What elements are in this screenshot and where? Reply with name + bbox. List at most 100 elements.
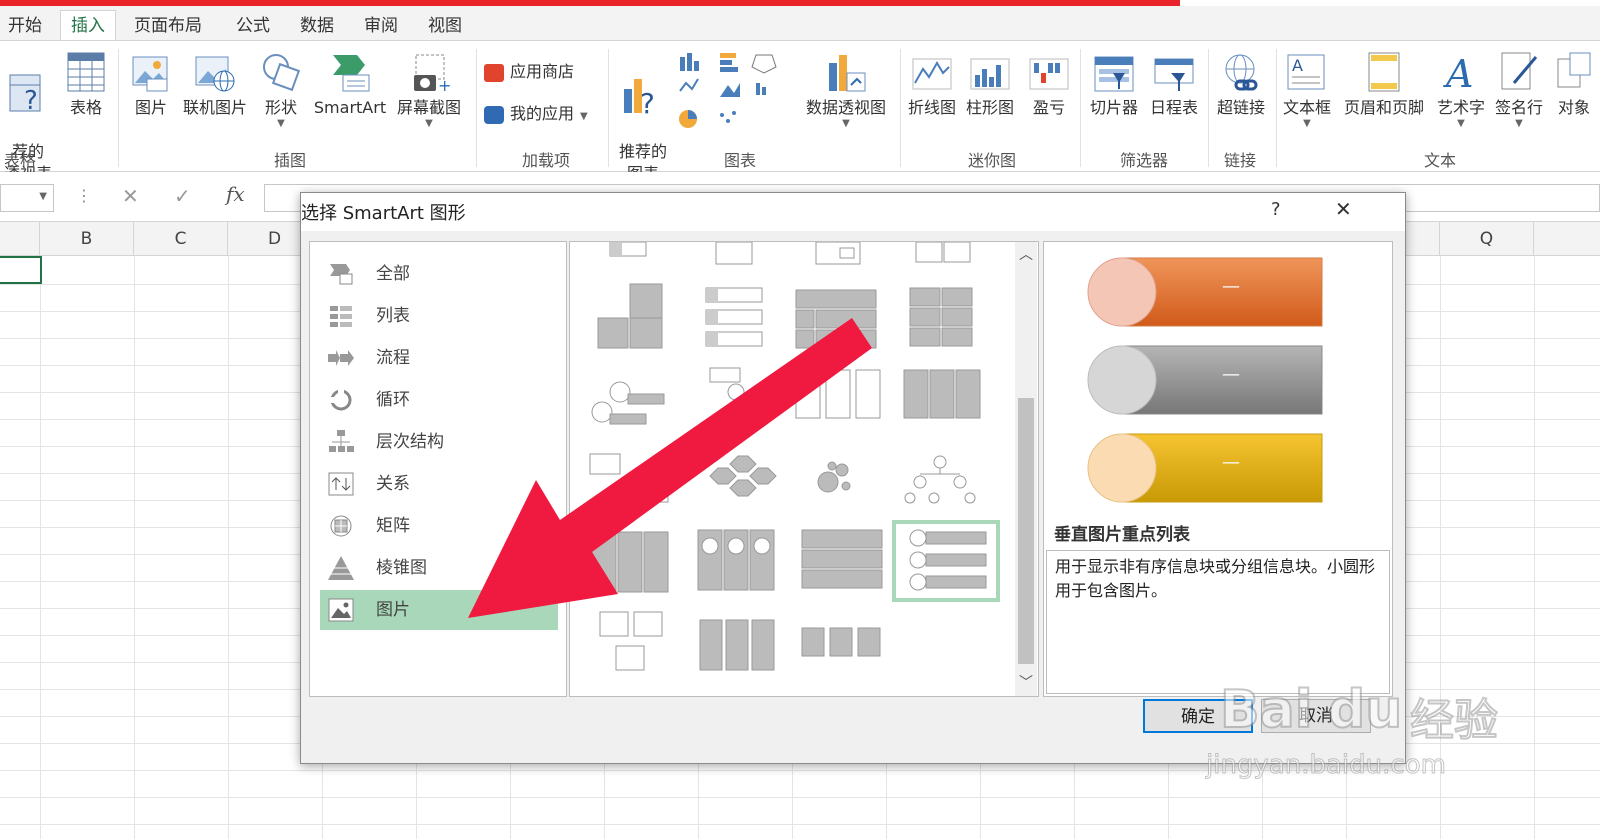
layout-thumb[interactable] [715,241,753,265]
layout-thumb-selected[interactable] [892,520,1000,602]
chart-types-icon[interactable] [676,49,796,139]
screenshot-button[interactable]: + 屏幕截图 ▼ [392,49,466,129]
online-picture-button[interactable]: 联机图片 [176,49,254,119]
tab-home[interactable]: 开始 [8,12,42,40]
ribbon-separator [608,49,609,167]
grip-icon: ⋮ [76,186,92,205]
category-all[interactable]: 全部 [320,254,558,294]
recommended-charts-icon: ? [624,79,655,117]
preview-description: 用于显示非有序信息块或分组信息块。小圆形用于包含图片。 [1046,550,1390,694]
office-store-button[interactable]: 应用商店 [484,61,596,83]
picture-button[interactable]: 图片 [126,49,176,119]
process-category-icon [328,350,354,366]
grid-row-line [0,797,1600,798]
category-label: 列表 [376,306,410,326]
text-group-label: 文本 [1423,151,1456,170]
tab-insert[interactable]: 插入 [60,10,116,42]
confirm-entry-icon[interactable]: ✓ [174,184,191,208]
matrix-category-icon [330,515,352,537]
layout-thumb[interactable] [915,241,971,263]
column-header-r[interactable] [1534,222,1600,256]
pyramid-category-icon [328,556,354,580]
signature-line-button[interactable]: 签名行 ▼ [1490,49,1548,129]
help-icon[interactable]: ? [1271,199,1281,220]
preview-graphic [1087,257,1323,503]
my-apps-button[interactable]: 我的应用 ▼ [484,103,604,128]
scroll-up-icon[interactable]: ︿ [1019,244,1033,264]
layout-thumb[interactable] [909,287,973,347]
layout-thumb[interactable] [609,241,647,257]
name-box[interactable]: ▼ [0,184,54,212]
dialog-title: 选择 SmartArt 图形 [301,203,466,224]
grid-column-line [1440,256,1441,839]
sparkline-column-button[interactable]: 柱形图 [962,49,1018,119]
ribbon-separator [476,49,477,167]
picture-icon [132,56,168,92]
grid-column-line [134,256,135,839]
layout-thumb[interactable] [904,455,976,504]
chevron-down-icon: ▼ [425,118,433,129]
my-apps-label: 我的应用 [510,104,575,123]
recommended-charts-button[interactable]: ? 推荐的 图表 [614,49,672,185]
pivot-chart-button[interactable]: 数据透视图 ▼ [800,49,892,129]
wordart-button[interactable]: A 艺术字 ▼ [1432,49,1490,129]
close-icon[interactable]: ✕ [1335,197,1352,221]
sparkline-column-icon [970,58,1010,90]
tab-formulas[interactable]: 公式 [236,12,270,40]
grid-column-line [1534,256,1535,839]
object-button[interactable]: 对象 [1550,49,1598,119]
category-label: 图片 [376,600,410,620]
category-label: 关系 [376,474,410,494]
chart-type-gallery [676,49,796,139]
slicer-label: 切片器 [1089,98,1138,117]
smartart-button[interactable]: SmartArt [310,49,390,119]
office-store-label: 应用商店 [510,62,575,81]
select-all-corner[interactable] [0,222,40,256]
ok-button[interactable]: 确定 [1143,699,1253,733]
hyperlink-button[interactable]: 超链接 [1212,49,1270,119]
category-label: 层次结构 [376,432,444,452]
gallery-scrollbar[interactable]: ︿ ﹀ [1015,242,1037,696]
scroll-down-icon[interactable]: ﹀ [1019,672,1033,692]
preview-placeholder-text: — [1222,452,1240,473]
timeline-label: 日程表 [1149,98,1198,117]
tab-data[interactable]: 数据 [300,12,334,40]
column-header-c[interactable]: C [134,222,228,256]
column-header-q[interactable]: Q [1440,222,1534,256]
store-icon [484,63,504,82]
picture-label: 图片 [134,98,167,117]
slicer-button[interactable]: 切片器 [1084,49,1144,119]
table-button[interactable]: 表格 [62,49,110,119]
layout-thumb[interactable] [815,241,861,265]
filters-group-label: 筛选器 [1119,151,1168,170]
slicer-icon [1094,56,1134,92]
timeline-button[interactable]: 日程表 [1144,49,1204,119]
header-footer-button[interactable]: 页眉和页脚 [1336,49,1432,119]
wordart-label: 艺术字 [1436,98,1485,117]
svg-text:+: + [438,76,451,95]
insert-function-icon[interactable]: fx [226,182,245,206]
screenshot-icon: + [414,54,451,95]
tab-review[interactable]: 审阅 [364,12,398,40]
active-cell[interactable] [0,256,42,284]
sparkline-column-label: 柱形图 [965,98,1014,117]
textbox-button[interactable]: A 文本框 ▼ [1278,49,1336,129]
shapes-button[interactable]: 形状 ▼ [256,49,306,129]
chevron-down-icon: ▼ [1457,118,1465,129]
layout-thumb[interactable] [903,369,981,419]
scrollbar-thumb[interactable] [1018,398,1034,664]
timeline-icon [1154,58,1194,91]
ribbon-separator [900,49,901,167]
category-label: 棱锥图 [376,558,427,578]
cancel-entry-icon[interactable]: ✕ [122,184,139,208]
sparkline-line-button[interactable]: 折线图 [904,49,960,119]
sparkline-line-icon [912,58,952,90]
sparkline-winloss-button[interactable]: 盈亏 [1022,49,1076,119]
category-label: 循环 [376,390,410,410]
table-label: 表格 [69,98,102,117]
cancel-button[interactable]: 取消 [1261,699,1371,733]
relationship-category-icon [328,472,354,496]
column-header-b[interactable]: B [40,222,134,256]
tab-view[interactable]: 视图 [428,12,462,40]
tab-page-layout[interactable]: 页面布局 [134,12,202,40]
